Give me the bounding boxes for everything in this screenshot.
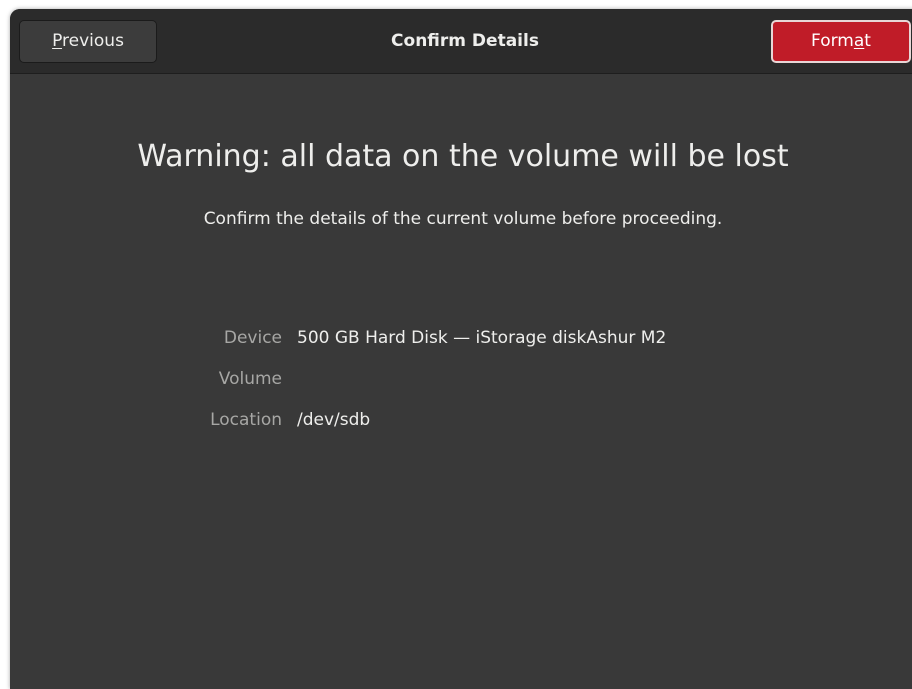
format-dialog: Previous Confirm Details Format Warning:… bbox=[10, 9, 912, 689]
warning-title: Warning: all data on the volume will be … bbox=[137, 139, 789, 174]
warning-subtitle: Confirm the details of the current volum… bbox=[203, 209, 723, 229]
location-label: Location bbox=[210, 410, 282, 430]
location-value: /dev/sdb bbox=[297, 410, 371, 430]
header-bar: Previous Confirm Details Format bbox=[10, 9, 912, 74]
detail-row-volume: Volume bbox=[10, 364, 912, 394]
format-mnemonic: a bbox=[853, 31, 865, 51]
detail-row-device: Device 500 GB Hard Disk — iStorage diskA… bbox=[10, 323, 912, 353]
volume-label: Volume bbox=[218, 369, 282, 389]
device-label: Device bbox=[223, 328, 282, 348]
format-label-end: t bbox=[864, 31, 871, 51]
detail-row-location: Location /dev/sdb bbox=[10, 405, 912, 435]
device-value: 500 GB Hard Disk — iStorage diskAshur M2 bbox=[297, 328, 667, 348]
format-label-start: Form bbox=[811, 31, 854, 51]
format-button[interactable]: Format bbox=[771, 20, 911, 63]
